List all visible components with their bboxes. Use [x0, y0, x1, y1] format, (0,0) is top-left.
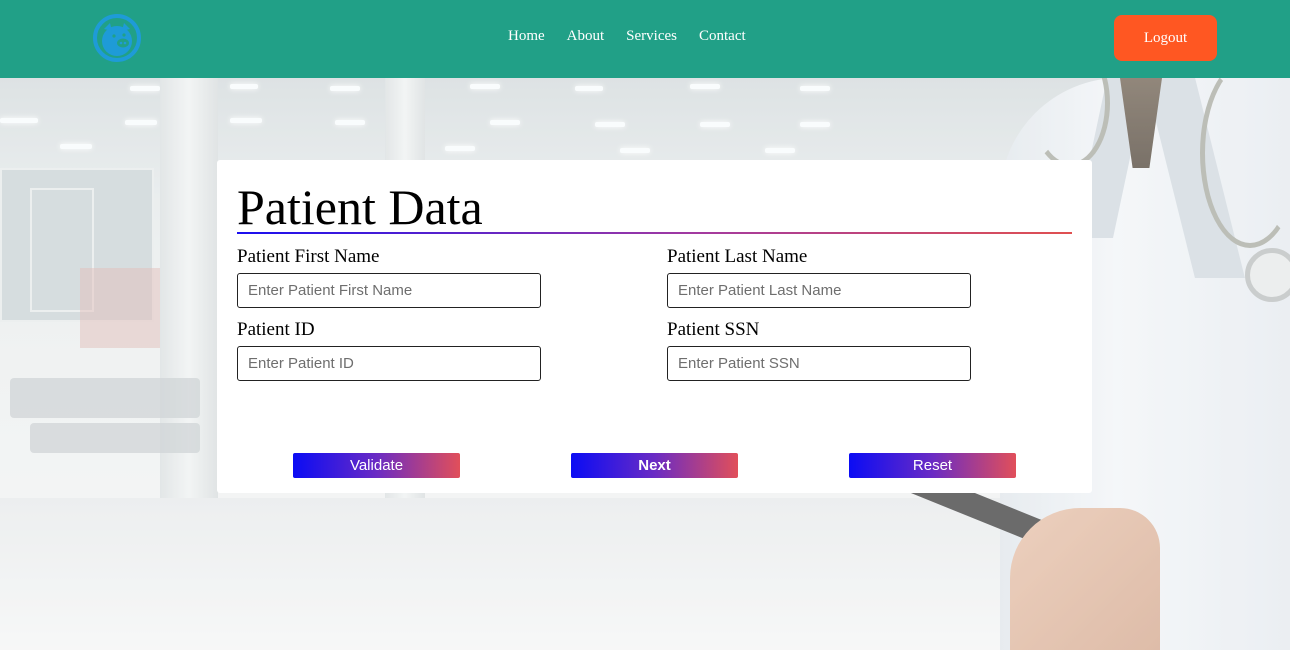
- last-name-input[interactable]: [667, 273, 971, 308]
- last-name-label: Patient Last Name: [667, 246, 808, 267]
- main-nav: Home About Services Contact: [508, 28, 746, 50]
- pig-logo-icon[interactable]: [92, 13, 142, 63]
- patient-ssn-field-group: Patient SSN: [667, 319, 971, 381]
- patient-id-input[interactable]: [237, 346, 541, 381]
- nav-contact[interactable]: Contact: [699, 28, 746, 50]
- nav-about[interactable]: About: [567, 28, 605, 50]
- last-name-field-group: Patient Last Name: [667, 246, 971, 308]
- patient-ssn-input[interactable]: [667, 346, 971, 381]
- nav-home[interactable]: Home: [508, 28, 545, 50]
- next-button[interactable]: Next: [571, 453, 738, 478]
- first-name-field-group: Patient First Name: [237, 246, 541, 308]
- nav-services[interactable]: Services: [626, 28, 677, 50]
- patient-id-field-group: Patient ID: [237, 319, 541, 381]
- title-underline: [237, 232, 1072, 234]
- reset-button[interactable]: Reset: [849, 453, 1016, 478]
- patient-id-label: Patient ID: [237, 319, 315, 340]
- patient-ssn-label: Patient SSN: [667, 319, 760, 340]
- first-name-label: Patient First Name: [237, 246, 380, 267]
- patient-data-card: Patient Data Patient First Name Patient …: [217, 160, 1092, 493]
- logout-button[interactable]: Logout: [1114, 15, 1217, 61]
- first-name-input[interactable]: [237, 273, 541, 308]
- page-title: Patient Data: [237, 179, 483, 235]
- top-navbar: Home About Services Contact Logout: [0, 0, 1290, 78]
- validate-button[interactable]: Validate: [293, 453, 460, 478]
